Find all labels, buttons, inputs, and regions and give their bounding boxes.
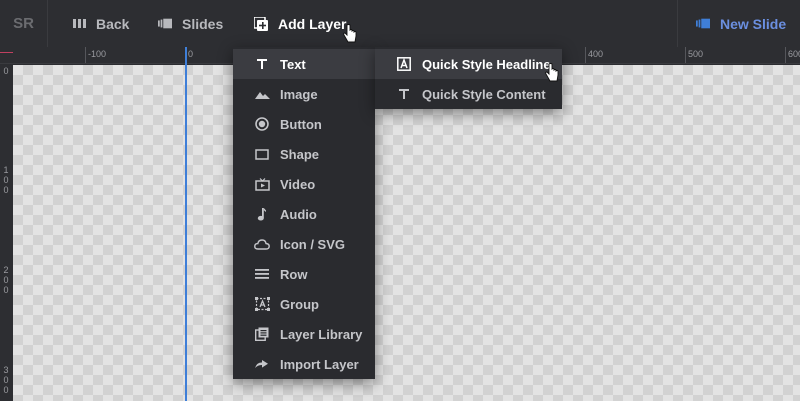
new-slide-label: New Slide	[720, 15, 787, 32]
ruler-label: 500	[688, 49, 704, 59]
import-icon	[254, 357, 270, 371]
submenu-item-label: Quick Style Content	[422, 86, 546, 102]
headline-icon	[396, 57, 412, 71]
menu-item-row[interactable]: Row	[233, 259, 375, 289]
top-toolbar: SR Back Slides Add Layer New Slide	[0, 0, 800, 47]
menu-item-label: Audio	[280, 206, 317, 222]
menu-item-label: Import Layer	[280, 356, 359, 372]
ruler-label: 0	[3, 66, 9, 76]
add-layer-label: Add Layer	[278, 15, 347, 32]
slides-button[interactable]: Slides	[158, 0, 223, 47]
text-icon	[396, 87, 412, 101]
app-logo: SR	[13, 15, 34, 32]
group-icon	[254, 297, 270, 311]
ruler-tick	[785, 47, 786, 63]
library-icon	[254, 327, 270, 341]
ruler-label: 300	[3, 365, 9, 395]
ruler-label: -100	[88, 49, 107, 59]
back-icon	[72, 17, 86, 31]
cloud-icon	[254, 237, 270, 251]
ruler-tick	[585, 47, 586, 63]
ruler-origin-marker	[0, 52, 13, 53]
back-button[interactable]: Back	[72, 0, 129, 47]
menu-item-icon-svg[interactable]: Icon / SVG	[233, 229, 375, 259]
text-submenu: Quick Style Headline Quick Style Content	[375, 47, 562, 109]
menu-item-label: Group	[280, 296, 319, 312]
menu-item-text[interactable]: Text	[233, 49, 375, 79]
divider	[47, 0, 48, 47]
new-slide-icon	[696, 17, 710, 31]
divider	[677, 0, 678, 47]
menu-item-label: Button	[280, 116, 322, 132]
hand-cursor-icon	[545, 63, 559, 82]
menu-item-button[interactable]: Button	[233, 109, 375, 139]
row-icon	[254, 267, 270, 281]
slide-canvas[interactable]	[13, 65, 800, 401]
menu-item-shape[interactable]: Shape	[233, 139, 375, 169]
back-label: Back	[96, 15, 130, 32]
add-layer-button[interactable]: Add Layer	[254, 0, 346, 47]
ruler-tick	[85, 47, 86, 63]
ruler-label: 600	[788, 49, 800, 59]
ruler-label: 0	[188, 49, 194, 59]
menu-item-label: Video	[280, 176, 316, 192]
hand-cursor-icon	[343, 24, 357, 43]
ruler-label: 400	[588, 49, 604, 59]
ruler-tick	[685, 47, 686, 63]
menu-item-label: Shape	[280, 146, 320, 162]
submenu-item-quick-style-headline[interactable]: Quick Style Headline	[375, 49, 562, 79]
button-icon	[254, 117, 270, 131]
menu-item-label: Row	[280, 266, 308, 282]
menu-item-group[interactable]: Group	[233, 289, 375, 319]
menu-item-image[interactable]: Image	[233, 79, 375, 109]
menu-item-audio[interactable]: Audio	[233, 199, 375, 229]
menu-item-label: Icon / SVG	[280, 236, 346, 252]
menu-item-label: Text	[280, 56, 306, 72]
slides-icon	[158, 17, 172, 31]
submenu-item-label: Quick Style Headline	[422, 56, 551, 72]
video-icon	[254, 177, 270, 191]
text-icon	[254, 57, 270, 71]
shape-icon	[254, 147, 270, 161]
ruler-label: 100	[3, 165, 9, 195]
canvas-guide-line	[185, 47, 187, 401]
add-layer-menu: Text Image Button Shape Video Audio Icon…	[233, 47, 375, 379]
audio-icon	[254, 207, 270, 221]
menu-item-layer-library[interactable]: Layer Library	[233, 319, 375, 349]
menu-item-import-layer[interactable]: Import Layer	[233, 349, 375, 379]
menu-item-video[interactable]: Video	[233, 169, 375, 199]
menu-item-label: Layer Library	[280, 326, 363, 342]
image-icon	[254, 87, 270, 101]
ruler-label: 200	[3, 265, 9, 295]
menu-item-label: Image	[280, 86, 318, 102]
submenu-item-quick-style-content[interactable]: Quick Style Content	[375, 79, 562, 109]
vertical-ruler: 0 100 200 300	[0, 64, 13, 401]
slides-label: Slides	[182, 15, 224, 32]
new-slide-button[interactable]: New Slide	[696, 0, 786, 47]
add-layer-icon	[254, 16, 268, 31]
